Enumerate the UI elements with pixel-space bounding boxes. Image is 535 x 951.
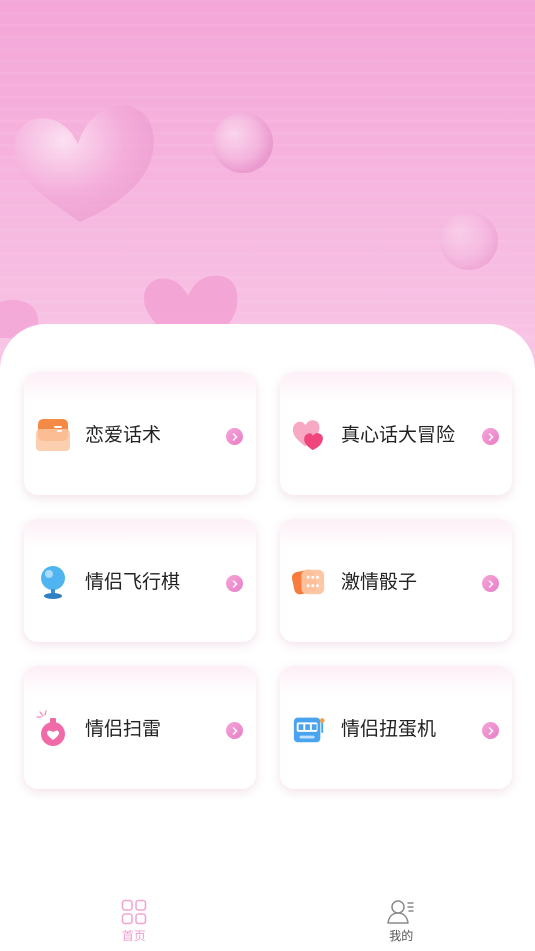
dice-icon	[292, 564, 326, 600]
game-grid: 恋爱话术 真心话大冒险 情侣飞行棋 激情骰子 情侣扫雷 情侣扭蛋机	[24, 372, 512, 789]
chevron-right-icon	[226, 428, 243, 445]
hero-banner	[0, 0, 535, 380]
heart-decoration-large	[13, 105, 154, 222]
tab-home-label: 首页	[121, 929, 146, 943]
tab-mine-label: 我的	[389, 929, 414, 943]
chevron-right-icon	[482, 722, 499, 739]
card-label: 情侣扫雷	[85, 718, 162, 740]
bomb-icon	[36, 710, 70, 747]
hearts-icon	[292, 417, 326, 453]
card-flying-chess[interactable]: 情侣飞行棋	[24, 519, 256, 642]
card-truth-or-dare[interactable]: 真心话大冒险	[280, 372, 512, 495]
card-label: 恋爱话术	[85, 424, 162, 446]
love-letter-icon	[36, 417, 70, 453]
card-label: 真心话大冒险	[341, 424, 456, 446]
slot-machine-icon	[292, 711, 326, 747]
chevron-right-icon	[226, 722, 243, 739]
bottom-tab-bar: 首页 我的	[0, 890, 535, 951]
card-love-talk[interactable]: 恋爱话术	[24, 372, 256, 495]
tab-mine[interactable]: 我的	[268, 890, 535, 951]
tab-home[interactable]: 首页	[0, 890, 268, 951]
card-passion-dice[interactable]: 激情骰子	[280, 519, 512, 642]
chevron-right-icon	[226, 575, 243, 592]
globe-icon	[36, 564, 70, 600]
chevron-right-icon	[482, 575, 499, 592]
card-label: 情侣扭蛋机	[341, 718, 437, 740]
grid-icon	[120, 898, 148, 926]
bubble-decoration	[440, 212, 498, 270]
card-minesweeper[interactable]: 情侣扫雷	[24, 666, 256, 789]
bubble-decoration	[213, 113, 273, 173]
card-label: 激情骰子	[341, 571, 418, 593]
chevron-right-icon	[482, 428, 499, 445]
card-gacha-machine[interactable]: 情侣扭蛋机	[280, 666, 512, 789]
card-label: 情侣飞行棋	[85, 571, 181, 593]
user-icon	[387, 898, 415, 926]
